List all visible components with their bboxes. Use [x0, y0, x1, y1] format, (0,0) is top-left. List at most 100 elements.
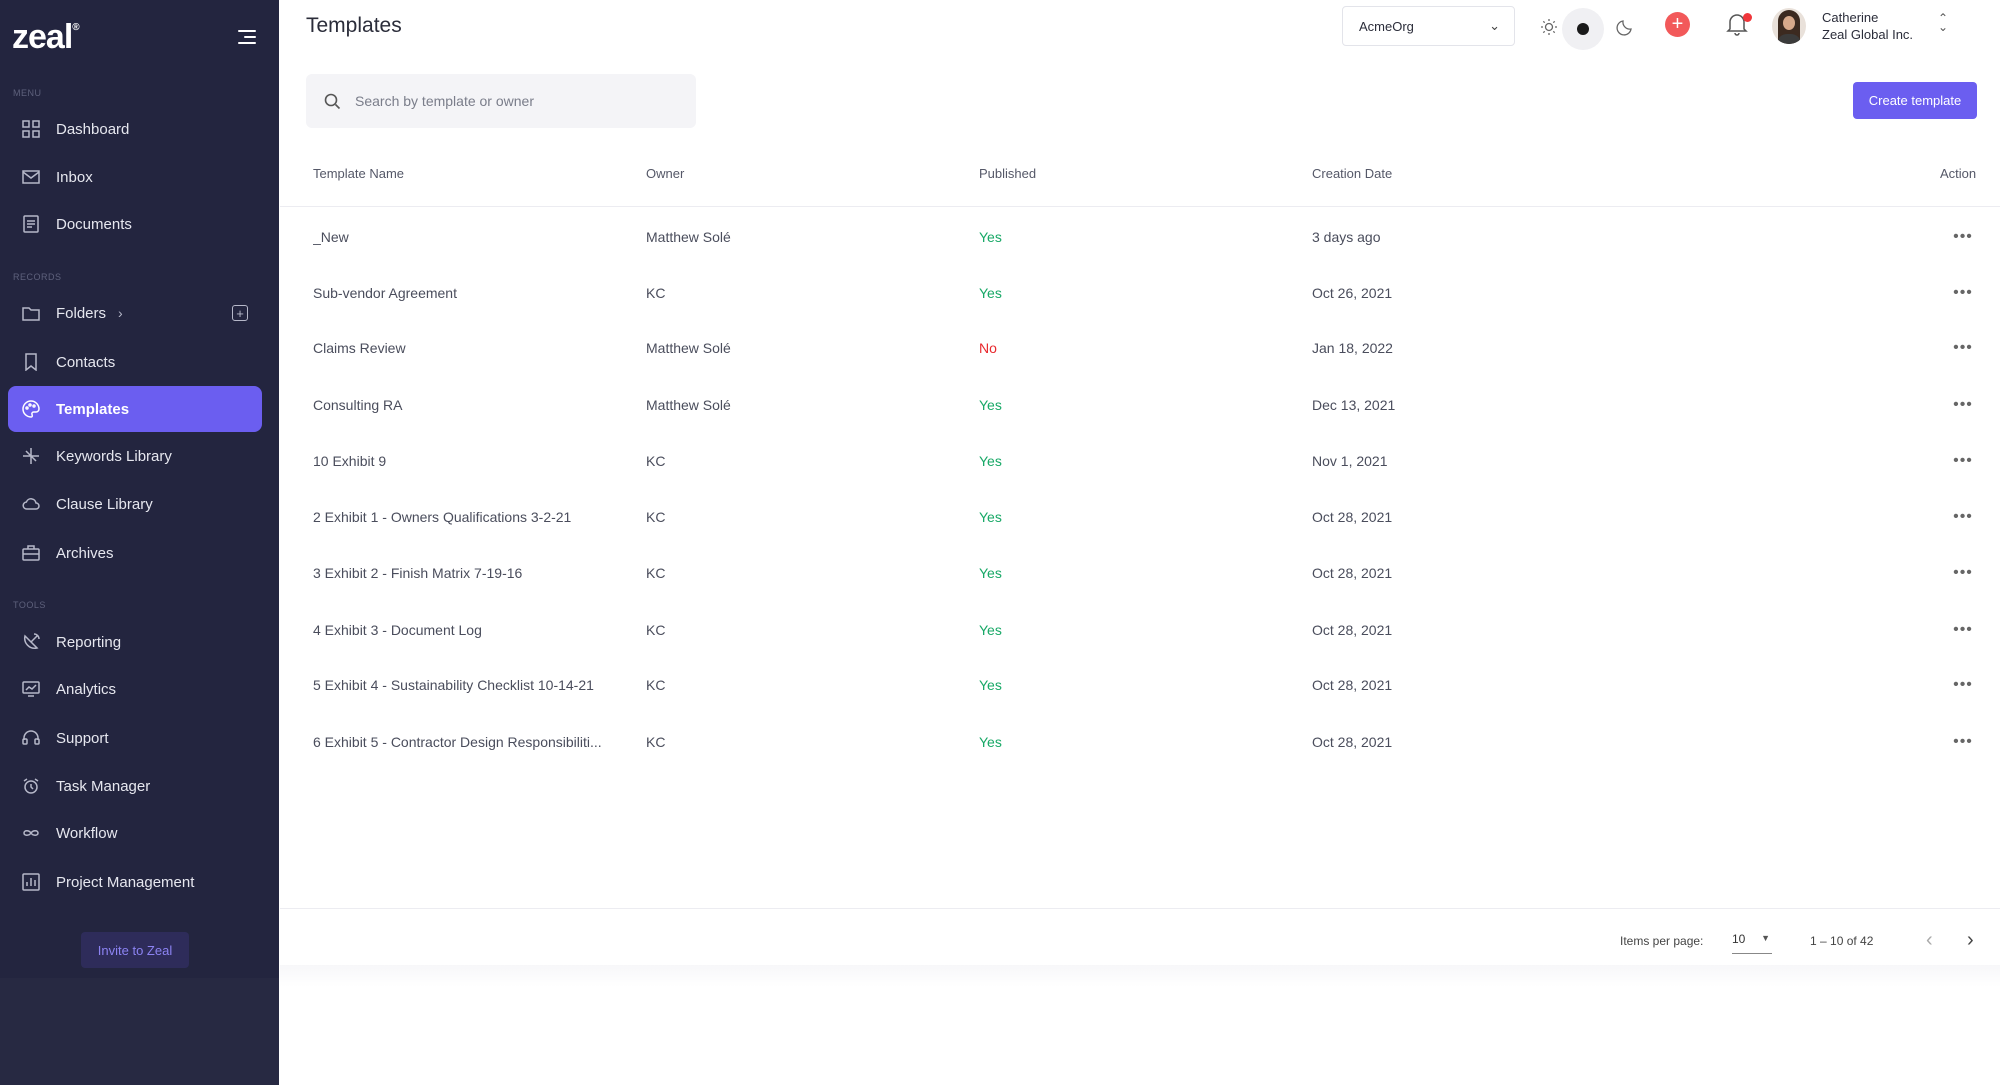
- search-input[interactable]: [355, 93, 675, 109]
- sidebar-item-documents[interactable]: Documents: [8, 201, 262, 247]
- template-name[interactable]: Sub-vendor Agreement: [313, 265, 623, 321]
- sidebar-item-analytics[interactable]: Analytics: [8, 666, 262, 712]
- template-name[interactable]: 4 Exhibit 3 - Document Log: [313, 602, 623, 658]
- add-folder-icon[interactable]: +: [232, 305, 248, 321]
- template-name[interactable]: 3 Exhibit 2 - Finish Matrix 7-19-16: [313, 545, 623, 601]
- more-actions-icon[interactable]: •••: [1948, 714, 1978, 770]
- table-row[interactable]: Consulting RA Matthew Solé Yes Dec 13, 2…: [280, 377, 2000, 433]
- table-row[interactable]: 5 Exhibit 4 - Sustainability Checklist 1…: [280, 657, 2000, 713]
- creation-date: 3 days ago: [1312, 229, 1381, 245]
- owner: KC: [646, 453, 666, 469]
- org-select[interactable]: AcmeOrg ⌄: [1342, 6, 1515, 46]
- table-row[interactable]: 4 Exhibit 3 - Document Log KC Yes Oct 28…: [280, 602, 2000, 658]
- template-name[interactable]: 5 Exhibit 4 - Sustainability Checklist 1…: [313, 657, 623, 713]
- column-header-owner[interactable]: Owner: [646, 166, 684, 181]
- template-name[interactable]: Consulting RA: [313, 377, 623, 433]
- creation-date: Oct 28, 2021: [1312, 677, 1393, 693]
- bookmark-icon: [21, 352, 41, 372]
- document-icon: [21, 214, 41, 234]
- published-status: Yes: [979, 734, 1002, 750]
- sidebar-item-label: Clause Library: [56, 495, 153, 513]
- table-row[interactable]: _New Matthew Solé Yes 3 days ago •••: [280, 209, 2000, 265]
- table-row[interactable]: 6 Exhibit 5 - Contractor Design Responsi…: [280, 714, 2000, 770]
- more-actions-icon[interactable]: •••: [1948, 602, 1978, 658]
- invite-button[interactable]: Invite to Zeal: [81, 932, 189, 968]
- template-name[interactable]: _New: [313, 209, 623, 265]
- template-name[interactable]: 6 Exhibit 5 - Contractor Design Responsi…: [313, 714, 623, 770]
- add-new-button[interactable]: +: [1665, 12, 1690, 37]
- owner: KC: [646, 285, 666, 301]
- sidebar-item-label: Folders: [56, 304, 107, 322]
- owner: KC: [646, 565, 666, 581]
- sidebar-item-label: Dashboard: [56, 120, 130, 138]
- published-status: Yes: [979, 397, 1002, 413]
- creation-date: Oct 28, 2021: [1312, 734, 1393, 750]
- sidebar-item-reporting[interactable]: Reporting: [8, 619, 262, 665]
- sidebar-item-inbox[interactable]: Inbox: [8, 154, 262, 200]
- sidebar-item-archives[interactable]: Archives: [8, 530, 262, 576]
- zeal-logo[interactable]: zeal®: [12, 18, 80, 57]
- hamburger-menu-icon[interactable]: [238, 30, 256, 46]
- sidebar-item-task-manager[interactable]: Task Manager: [8, 763, 262, 809]
- sidebar-item-templates[interactable]: Templates: [8, 386, 262, 432]
- column-header-template-name[interactable]: Template Name: [313, 166, 404, 181]
- more-actions-icon[interactable]: •••: [1948, 489, 1978, 545]
- sidebar-footer: [0, 978, 279, 1085]
- sidebar-item-clause-library[interactable]: Clause Library: [8, 481, 262, 527]
- sidebar-item-support[interactable]: Support: [8, 715, 262, 761]
- more-actions-icon[interactable]: •••: [1948, 657, 1978, 713]
- previous-page-button[interactable]: ‹: [1926, 929, 1933, 952]
- template-name[interactable]: 10 Exhibit 9: [313, 433, 623, 489]
- chevron-right-icon[interactable]: ›: [118, 305, 123, 321]
- sidebar-item-keywords-library[interactable]: Keywords Library: [8, 433, 262, 479]
- table-row[interactable]: Claims Review Matthew Solé No Jan 18, 20…: [280, 320, 2000, 376]
- sidebar-item-workflow[interactable]: Workflow: [8, 810, 262, 856]
- divider: [280, 206, 2000, 207]
- section-label-menu: MENU: [13, 88, 42, 98]
- account-switch-icon[interactable]: ⌃ ⌄: [1938, 12, 1948, 33]
- items-per-page-label: Items per page:: [1620, 934, 1704, 948]
- table-row[interactable]: Sub-vendor Agreement KC Yes Oct 26, 2021…: [280, 265, 2000, 321]
- toggle-knob[interactable]: [1562, 8, 1604, 50]
- owner: KC: [646, 734, 666, 750]
- sidebar-item-label: Templates: [56, 400, 130, 418]
- table-row[interactable]: 3 Exhibit 2 - Finish Matrix 7-19-16 KC Y…: [280, 545, 2000, 601]
- section-label-records: RECORDS: [13, 272, 62, 282]
- more-actions-icon[interactable]: •••: [1948, 209, 1978, 265]
- more-actions-icon[interactable]: •••: [1948, 320, 1978, 376]
- more-actions-icon[interactable]: •••: [1948, 377, 1978, 433]
- column-header-creation-date[interactable]: Creation Date: [1312, 166, 1392, 181]
- items-per-page-select[interactable]: 10 ▼: [1732, 932, 1772, 954]
- caret-down-icon: ▼: [1761, 933, 1770, 943]
- table-row[interactable]: 10 Exhibit 9 KC Yes Nov 1, 2021 •••: [280, 433, 2000, 489]
- template-name[interactable]: 2 Exhibit 1 - Owners Qualifications 3-2-…: [313, 489, 623, 545]
- table-row[interactable]: 2 Exhibit 1 - Owners Qualifications 3-2-…: [280, 489, 2000, 545]
- sidebar-item-label: Workflow: [56, 824, 118, 842]
- sidebar-item-project-management[interactable]: Project Management: [8, 859, 262, 905]
- search-bar[interactable]: [306, 74, 696, 128]
- avatar[interactable]: [1772, 8, 1806, 44]
- column-header-published[interactable]: Published: [979, 166, 1036, 181]
- sidebar-item-label: Archives: [56, 544, 114, 562]
- sidebar-item-folders[interactable]: Folders › +: [8, 290, 262, 336]
- next-page-button[interactable]: ›: [1967, 929, 1974, 952]
- moon-icon[interactable]: [1616, 18, 1634, 36]
- briefcase-icon: [21, 543, 41, 563]
- more-actions-icon[interactable]: •••: [1948, 265, 1978, 321]
- sidebar-item-dashboard[interactable]: Dashboard: [8, 106, 262, 152]
- alarm-icon: [21, 776, 41, 796]
- template-name[interactable]: Claims Review: [313, 320, 623, 376]
- published-status: Yes: [979, 229, 1002, 245]
- sidebar-item-contacts[interactable]: Contacts: [8, 339, 262, 385]
- creation-date: Oct 28, 2021: [1312, 565, 1393, 581]
- more-actions-icon[interactable]: •••: [1948, 433, 1978, 489]
- sidebar-item-label: Documents: [56, 215, 132, 233]
- user-name: Catherine: [1822, 10, 1879, 25]
- owner: KC: [646, 677, 666, 693]
- mail-icon: [21, 167, 41, 187]
- create-template-button[interactable]: Create template: [1853, 82, 1977, 119]
- sun-icon[interactable]: [1540, 18, 1558, 36]
- monitor-chart-icon: [21, 679, 41, 699]
- more-actions-icon[interactable]: •••: [1948, 545, 1978, 601]
- theme-toggle[interactable]: [1536, 6, 1646, 50]
